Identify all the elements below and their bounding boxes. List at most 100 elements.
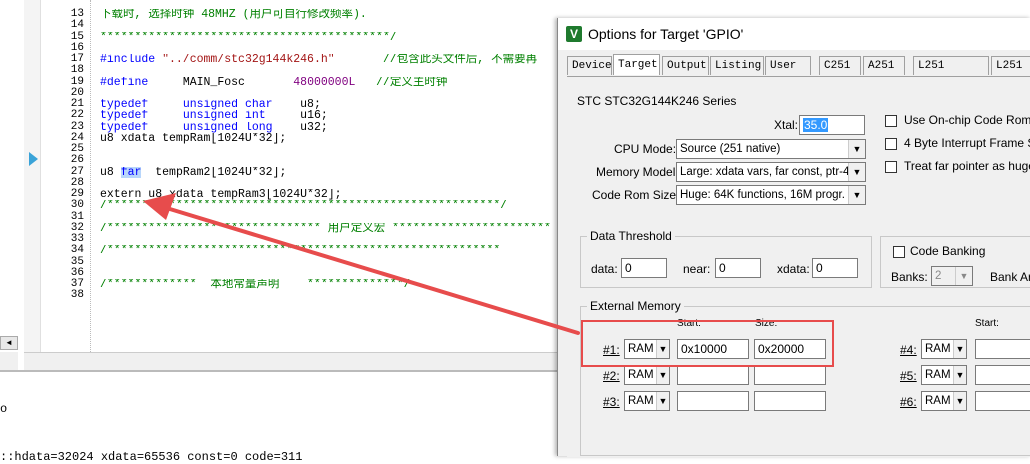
tab-strip: Device Target Output Listing User C251 A… [567,54,1030,91]
dialog-title: Options for Target 'GPIO' [588,26,744,42]
project-panel: ◄ [0,0,19,352]
xtal-label: Xtal: [774,118,799,132]
ext-mem-row3-label: #3: [603,395,620,409]
build-output-panel[interactable]: o ::hdata=32024 xdata=65536 const=0 code… [0,370,560,464]
chevron-down-icon: ▼ [848,140,865,158]
output-line-1: o [0,402,8,416]
ext-mem-start-header-right: Start: [975,318,999,329]
line-number: 26 [70,154,84,167]
line-number: 34 [70,244,84,257]
code-line-27: u8 far tempRam2[1024U*32]; [100,166,287,178]
panel-corner [0,352,18,370]
treat-far-pointer-label: Treat far pointer as huge po [904,159,1030,173]
ext-mem-row4-start[interactable] [975,339,1030,359]
code-line-13: 下载时, 选择时钟 48MHZ (用户可自行修改频率). [100,9,367,21]
ext-mem-row3-type[interactable]: RAM ▼ [624,391,670,411]
code-line-21: typedef unsigned char u8; [100,99,321,111]
ext-mem-row2-type[interactable]: RAM ▼ [624,365,670,385]
line-number: 14 [70,19,84,32]
fold-guide [90,0,92,352]
code-line-15: ****************************************… [100,31,397,43]
cpu-mode-label: CPU Mode: [614,142,677,156]
banks-label: Banks: [891,270,928,284]
code-text[interactable]: 下载时, 选择时钟 48MHZ (用户可自行修改频率). ***********… [100,9,560,290]
tab-target[interactable]: Target [613,54,660,75]
data-threshold-near-label: near: [683,262,711,276]
ext-mem-row2-size[interactable] [754,365,826,385]
ext-mem-row5-type[interactable]: RAM ▼ [921,365,967,385]
line-number: 22 [70,109,84,122]
ext-mem-row4-label: #4: [900,343,917,357]
line-number: 30 [70,199,84,212]
chevron-down-icon: ▼ [955,267,972,285]
treat-far-pointer-checkbox[interactable] [885,161,897,173]
memory-model-select[interactable]: Large: xdata vars, far const, ptr-4 ▼ [676,162,866,182]
line-number: 18 [70,64,84,77]
code-line-19: #define MAIN_Fosc 48000000L //定义主时钟 [100,76,448,88]
data-threshold-data-input[interactable]: 0 [621,258,667,278]
options-dialog[interactable]: V Options for Target 'GPIO' Device Targe… [557,18,1030,457]
chevron-down-icon: ▼ [848,163,865,181]
memory-model-label: Memory Model: [596,165,679,179]
four-byte-interrupt-checkbox[interactable] [885,138,897,150]
current-line-arrow-icon [29,152,38,166]
tab-device[interactable]: Device [567,56,612,75]
series-label: STC STC32G144K246 Series [577,94,737,108]
tab-l251-locate[interactable]: L251 Locate [913,56,989,91]
code-editor[interactable]: ◄ 13 14 15 16 17 18 19 20 21 22 23 24 25 26 27 28 29 30 31… [0,0,560,371]
ext-mem-row3-start[interactable] [677,391,749,411]
tab-listing[interactable]: Listing [710,56,764,75]
code-line-29: extern u8 xdata tempRam3[1024U*32]; [100,189,342,201]
code-banking-label: Code Banking [910,244,986,258]
line-numbers: 13 14 15 16 17 18 19 20 21 22 23 24 25 26 27 28 29 30 31 32… [40,8,84,302]
dialog-titlebar[interactable]: V Options for Target 'GPIO' [558,18,1030,50]
tab-l251-misc[interactable]: L251 Mi [991,56,1030,91]
ext-mem-row2-start[interactable] [677,365,749,385]
ext-mem-row6-type[interactable]: RAM ▼ [921,391,967,411]
code-line-22: typedef unsigned int u16; [100,110,328,122]
ext-mem-row5-label: #5: [900,369,917,383]
code-rom-size-select[interactable]: Huge: 64K functions, 16M progr. ▼ [676,185,866,205]
bank-area-label: Bank Are [990,270,1030,284]
chevron-down-icon: ▼ [953,392,966,410]
ext-mem-row6-start[interactable] [975,391,1030,411]
ext-mem-row2-label: #2: [603,369,620,383]
chevron-down-icon: ▼ [656,366,669,384]
breakpoint-margin[interactable] [24,0,41,352]
ext-mem-row6-label: #6: [900,395,917,409]
target-tab-panel: STC STC32G144K246 Series Xtal: 35.0 Use … [567,76,1030,457]
data-threshold-data-label: data: [591,262,618,276]
banks-select[interactable]: 2 ▼ [931,266,973,286]
keil-app-icon: V [566,26,582,42]
horizontal-scrollbar[interactable] [24,352,560,371]
ext-mem-row3-size[interactable] [754,391,826,411]
cpu-mode-select[interactable]: Source (251 native) ▼ [676,139,866,159]
data-threshold-xdata-label: xdata: [777,262,810,276]
ext-mem-row5-start[interactable] [975,365,1030,385]
four-byte-interrupt-label: 4 Byte Interrupt Frame Size [904,136,1030,150]
code-banking-checkbox[interactable] [893,246,905,258]
chevron-down-icon: ▼ [953,340,966,358]
code-line-32: /******************************* 用户定义宏 *… [100,222,551,234]
tab-output[interactable]: Output [662,56,709,75]
chevron-down-icon: ▼ [953,366,966,384]
chevron-down-icon: ▼ [656,392,669,410]
tab-c251[interactable]: C251 [819,56,861,75]
code-line-38: /************* 本地常量声明 **************/ [100,279,411,291]
code-line-24: u8 xdata tempRam[1024U*32]; [100,132,287,144]
data-threshold-near-input[interactable]: 0 [715,258,761,278]
xtal-input[interactable]: 35.0 [799,115,865,135]
line-number: 38 [70,289,84,302]
ext-mem-row4-type[interactable]: RAM ▼ [921,339,967,359]
annotation-red-box [581,320,834,367]
code-line-30: /***************************************… [100,200,508,212]
data-threshold-title: Data Threshold [587,229,675,243]
tab-user[interactable]: User [765,56,811,75]
output-line-2: ::hdata=32024 xdata=65536 const=0 code=3… [0,450,303,464]
data-threshold-xdata-input[interactable]: 0 [812,258,858,278]
tab-a251[interactable]: A251 [863,56,905,75]
far-keyword-highlight: far [120,166,142,178]
use-onchip-rom-checkbox[interactable] [885,115,897,127]
scroll-left-arrow[interactable]: ◄ [0,336,18,350]
code-line-17: #include "../comm/stc32g144k246.h" //包含此… [100,54,538,66]
